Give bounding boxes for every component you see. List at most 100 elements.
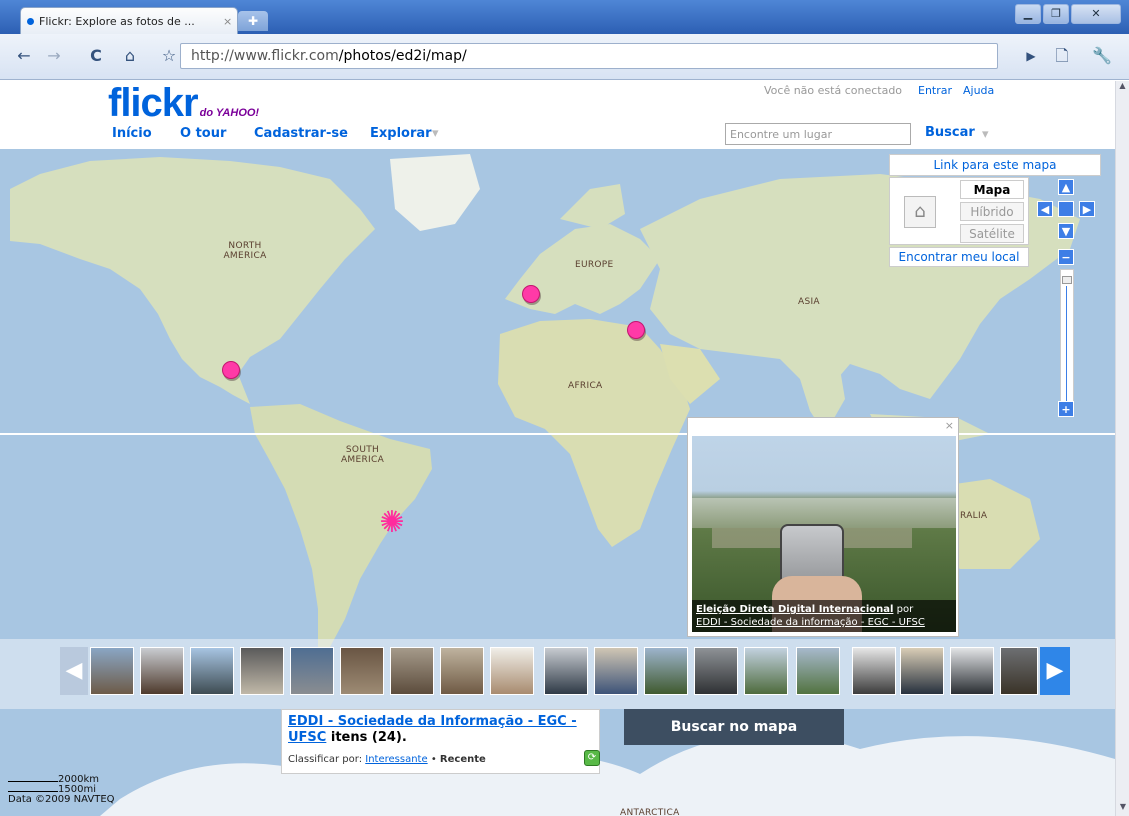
sort-interesting-link[interactable]: Interessante	[365, 754, 427, 765]
scroll-down-icon[interactable]: ▼	[1116, 802, 1129, 816]
zoom-slider-handle[interactable]	[1062, 276, 1072, 284]
thumbnail[interactable]	[644, 647, 688, 695]
thumbnail[interactable]	[240, 647, 284, 695]
scale-km-line	[8, 781, 58, 782]
thumbnail[interactable]	[190, 647, 234, 695]
owner-info-box: EDDI - Sociedade da Informação - EGC - U…	[281, 709, 600, 774]
forward-icon[interactable]: →	[42, 44, 66, 68]
thumbnail[interactable]	[340, 647, 384, 695]
thumbnail[interactable]	[852, 647, 896, 695]
next-arrow-icon: ▶	[1046, 658, 1064, 683]
search-button[interactable]: Buscar	[925, 125, 975, 140]
photo-popup: × Eleição Direta Digital Internacional p…	[687, 417, 959, 637]
thumbnail[interactable]	[90, 647, 134, 695]
label-asia: ASIA	[798, 297, 820, 307]
pan-left-icon[interactable]: ◀	[1037, 201, 1053, 217]
thumbnail[interactable]	[290, 647, 334, 695]
wrench-menu-icon[interactable]: 🔧	[1090, 44, 1114, 68]
explore-dropdown-icon[interactable]: ▾	[432, 126, 439, 141]
strip-next-button[interactable]: ▶	[1040, 647, 1070, 695]
find-place-input[interactable]: Encontre um lugar	[725, 123, 911, 145]
close-window-button[interactable]: ✕	[1071, 4, 1121, 24]
thumbnail[interactable]	[440, 647, 484, 695]
thumbnail[interactable]	[796, 647, 840, 695]
reload-icon[interactable]: C	[84, 44, 108, 68]
thumbnail[interactable]	[594, 647, 638, 695]
map-type-satellite[interactable]: Satélite	[960, 224, 1024, 243]
label-europe: EUROPE	[575, 260, 614, 270]
zoom-slider[interactable]	[1060, 269, 1074, 417]
search-in-map-button[interactable]: Buscar no mapa	[624, 709, 844, 745]
map-type-hybrid[interactable]: Híbrido	[960, 202, 1024, 221]
thumbnail[interactable]	[744, 647, 788, 695]
photo-strip: ◀ ▶	[0, 639, 1115, 709]
help-link[interactable]: Ajuda	[963, 84, 994, 97]
world-map[interactable]: NORTH AMERICA EUROPE ASIA AFRICA SOUTH A…	[0, 149, 1115, 816]
popup-owner-link[interactable]: EDDI - Sociedade da informação - EGC - U…	[696, 617, 925, 628]
map-pin-mexico[interactable]	[222, 361, 240, 379]
zoom-out-icon[interactable]: −	[1058, 249, 1074, 265]
find-my-location-button[interactable]: Encontrar meu local	[889, 247, 1029, 267]
nav-signup[interactable]: Cadastrar-se	[254, 126, 348, 141]
scale-bar: 2000km 1500mi Data ©2009 NAVTEQ	[8, 775, 115, 805]
label-north-america: NORTH AMERICA	[223, 241, 267, 261]
logo-text: flickr	[108, 81, 199, 125]
land-greenland	[390, 154, 480, 231]
back-icon[interactable]: ←	[12, 44, 36, 68]
sort-label: Classificar por:	[288, 754, 363, 765]
tab-close-icon[interactable]: ×	[223, 15, 237, 28]
url-host: http://www.flickr.com	[191, 48, 339, 64]
popup-by: por	[896, 604, 914, 615]
logo-yahoo: do YAHOO!	[199, 107, 260, 119]
slideshow-icon[interactable]: ⟳	[584, 750, 600, 766]
strip-prev-button[interactable]: ◀	[60, 647, 88, 695]
url-path: /photos/ed2i/map/	[338, 48, 467, 64]
scroll-up-icon[interactable]: ▲	[1116, 81, 1129, 95]
popup-photo-title[interactable]: Eleição Direta Digital Internacional	[696, 604, 893, 615]
pan-right-icon[interactable]: ▶	[1079, 201, 1095, 217]
thumbnail[interactable]	[390, 647, 434, 695]
map-type-mapa[interactable]: Mapa	[960, 180, 1024, 199]
minimize-button[interactable]: ▁	[1015, 4, 1041, 24]
address-bar[interactable]: http://www.flickr.com/photos/ed2i/map/	[180, 43, 998, 69]
prev-arrow-icon: ◀	[65, 658, 83, 683]
thumbnail[interactable]	[900, 647, 944, 695]
vertical-scrollbar[interactable]: ▲ ▼	[1115, 81, 1129, 816]
popup-photo[interactable]: Eleição Direta Digital Internacional por…	[692, 436, 956, 632]
bookmark-star-icon[interactable]: ☆	[157, 44, 181, 68]
nav-explore[interactable]: Explorar	[370, 126, 432, 141]
pan-center-icon[interactable]	[1058, 201, 1074, 217]
label-africa: AFRICA	[568, 381, 603, 391]
nav-home[interactable]: Início	[112, 126, 152, 141]
map-link[interactable]: Link para este mapa	[889, 154, 1101, 176]
browser-tab[interactable]: Flickr: Explore as fotos de ... ×	[20, 7, 238, 34]
home-icon[interactable]: ⌂	[118, 44, 142, 68]
thumbnail[interactable]	[950, 647, 994, 695]
sort-recent: Recente	[439, 754, 486, 765]
flickr-header: flickr do YAHOO! Você não está conectado …	[0, 81, 1115, 149]
search-dropdown-icon[interactable]: ▾	[982, 127, 989, 142]
browser-titlebar: Flickr: Explore as fotos de ... × ✚ ▁ ❐ …	[0, 0, 1129, 34]
maximize-button[interactable]: ❐	[1043, 4, 1069, 24]
thumbnail[interactable]	[1000, 647, 1038, 695]
map-pin-egypt[interactable]	[627, 321, 645, 339]
home-view-icon[interactable]: ⌂	[904, 196, 936, 228]
go-arrow-icon[interactable]: ▶	[1019, 44, 1043, 68]
map-type-panel: ⌂ Mapa Híbrido Satélite	[889, 177, 1029, 245]
pan-down-icon[interactable]: ▼	[1058, 223, 1074, 239]
item-count: itens (24).	[330, 730, 407, 745]
nav-tour[interactable]: O tour	[180, 126, 226, 141]
map-pin-selected-brazil[interactable]: ✺	[376, 507, 408, 539]
thumbnail[interactable]	[694, 647, 738, 695]
thumbnail[interactable]	[490, 647, 534, 695]
popup-close-icon[interactable]: ×	[945, 419, 954, 432]
pan-up-icon[interactable]: ▲	[1058, 179, 1074, 195]
zoom-in-icon[interactable]: +	[1058, 401, 1074, 417]
new-tab-button[interactable]: ✚	[238, 11, 268, 31]
sort-row: Classificar por: Interessante • Recente	[288, 754, 486, 765]
page-menu-icon[interactable]: 🗋	[1050, 44, 1074, 68]
thumbnail[interactable]	[544, 647, 588, 695]
map-pin-spain[interactable]	[522, 285, 540, 303]
login-link[interactable]: Entrar	[918, 84, 952, 97]
thumbnail[interactable]	[140, 647, 184, 695]
